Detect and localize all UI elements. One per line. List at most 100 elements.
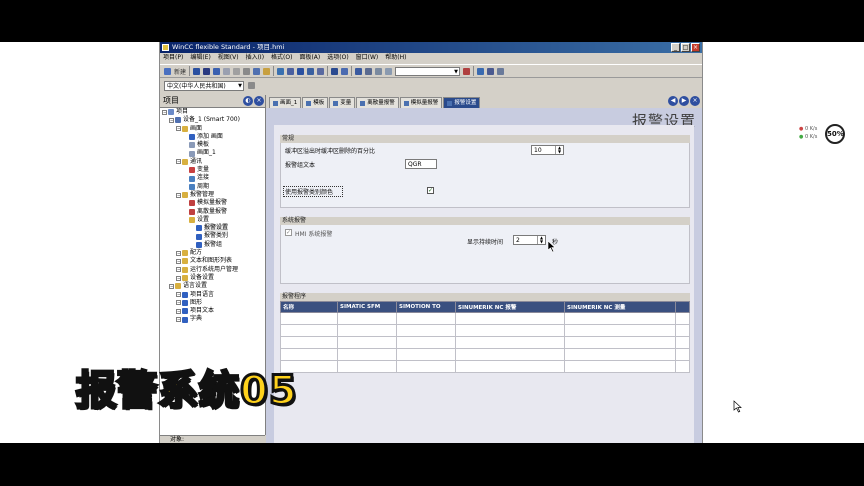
table-cell[interactable] — [675, 324, 690, 337]
table-cell[interactable] — [564, 312, 676, 325]
table-cell[interactable] — [337, 348, 397, 361]
editor-tab[interactable]: 变量 — [329, 97, 356, 108]
table-cell[interactable] — [337, 336, 397, 349]
tree-item[interactable]: − 项目语言 — [160, 291, 265, 299]
table-column-header[interactable]: SIMOTION TO — [396, 301, 456, 313]
tree-item[interactable]: 连接 — [160, 174, 265, 182]
expand-toggle-icon[interactable]: − — [169, 283, 174, 289]
display-duration-spinner[interactable]: 2 ▲ ▼ — [513, 235, 546, 245]
table-row[interactable] — [280, 360, 690, 373]
title-bar[interactable]: WinCC flexible Standard - 项目.hmi _ □ × — [160, 42, 702, 53]
table-cell[interactable] — [337, 312, 397, 325]
tree-item[interactable]: 变量 — [160, 166, 265, 174]
tree-item[interactable]: 添加 画面 — [160, 133, 265, 141]
maximize-button[interactable]: □ — [681, 43, 690, 52]
undo-icon[interactable] — [213, 67, 221, 75]
table-cell[interactable] — [564, 348, 676, 361]
tree-item[interactable]: − 设备设置 — [160, 274, 265, 282]
close-button[interactable]: × — [691, 43, 700, 52]
editor-tab[interactable]: 画面_1 — [269, 97, 302, 108]
table-cell[interactable] — [455, 312, 565, 325]
table-cell[interactable] — [396, 312, 456, 325]
language-select[interactable]: 中文(中华人民共和国) — [164, 80, 244, 91]
language-icon[interactable] — [385, 67, 393, 75]
minimize-button[interactable]: _ — [671, 43, 680, 52]
crossref-icon[interactable] — [341, 67, 349, 75]
settings-icon[interactable] — [477, 67, 485, 75]
table-cell[interactable] — [396, 360, 456, 373]
help-icon[interactable] — [497, 67, 505, 75]
editor-tab[interactable]: 离散量报警 — [356, 97, 399, 108]
tree-item[interactable]: 模板 — [160, 141, 265, 149]
copy-icon[interactable] — [253, 67, 261, 75]
tree-item[interactable]: 周期 — [160, 183, 265, 191]
tree-item[interactable]: 画面_1 — [160, 149, 265, 157]
tree-item[interactable]: − 通讯 — [160, 158, 265, 166]
spinner-arrows-icon[interactable]: ▲ ▼ — [555, 146, 563, 154]
menu-item[interactable]: 编辑(E) — [190, 53, 210, 63]
expand-toggle-icon[interactable]: − — [162, 109, 167, 115]
tree-item[interactable]: − 画面 — [160, 125, 265, 133]
tree-item[interactable]: 报警类别 — [160, 232, 265, 240]
menu-item[interactable]: 面板(A) — [299, 53, 320, 63]
table-cell[interactable] — [564, 324, 676, 337]
menu-item[interactable]: 选项(O) — [327, 53, 348, 63]
editor-tab[interactable]: 模拟量报警 — [399, 97, 443, 108]
table-row[interactable] — [280, 312, 690, 325]
table-cell[interactable] — [280, 336, 338, 349]
tree-item[interactable]: − 项目文本 — [160, 307, 265, 315]
text-icon[interactable] — [375, 67, 383, 75]
delete-icon[interactable] — [233, 67, 241, 75]
group-text-field[interactable]: QGR — [405, 159, 437, 169]
table-cell[interactable] — [455, 336, 565, 349]
tree-item[interactable]: 模拟量报警 — [160, 199, 265, 207]
tree-item[interactable]: 离散量报警 — [160, 208, 265, 216]
language-options-icon[interactable] — [248, 82, 255, 89]
menu-item[interactable]: 格式(O) — [271, 53, 292, 63]
menu-item[interactable]: 窗口(W) — [356, 53, 379, 63]
menu-item[interactable]: 插入(I) — [246, 53, 264, 63]
table-column-header[interactable]: SINUMERIK NC 测量 — [564, 301, 676, 313]
tab-prev-icon[interactable]: ◀ — [668, 96, 678, 106]
expand-toggle-icon[interactable]: − — [176, 192, 181, 198]
table-cell[interactable] — [675, 360, 690, 373]
menu-item[interactable]: 视图(V) — [218, 53, 239, 63]
spinner-arrows-icon[interactable]: ▲ ▼ — [537, 236, 545, 244]
tree-item[interactable]: − 字典 — [160, 315, 265, 323]
table-cell[interactable] — [564, 360, 676, 373]
runtime-icon[interactable] — [317, 67, 325, 75]
tree-item[interactable]: − 设备_1 (Smart 700) — [160, 116, 265, 124]
pin-icon[interactable]: ◐ — [243, 96, 253, 106]
table-row[interactable] — [280, 336, 690, 349]
expand-toggle-icon[interactable]: − — [176, 300, 181, 306]
expand-toggle-icon[interactable]: − — [176, 267, 181, 273]
panel-close-icon[interactable]: × — [254, 96, 264, 106]
table-column-header[interactable]: 名称 — [280, 301, 338, 313]
table-column-header[interactable]: SIMATIC SFM — [337, 301, 397, 313]
table-cell[interactable] — [455, 360, 565, 373]
check-icon[interactable] — [277, 67, 285, 75]
table-cell[interactable] — [675, 348, 690, 361]
tree-item[interactable]: − 文本和图形列表 — [160, 257, 265, 265]
table-cell[interactable] — [455, 324, 565, 337]
expand-toggle-icon[interactable]: − — [176, 126, 181, 132]
table-cell[interactable] — [455, 348, 565, 361]
table-cell[interactable] — [675, 336, 690, 349]
download-icon[interactable] — [331, 67, 339, 75]
menu-item[interactable]: 帮助(H) — [385, 53, 406, 63]
expand-toggle-icon[interactable]: − — [176, 258, 181, 264]
stop-icon[interactable] — [463, 67, 471, 75]
transfer-icon[interactable] — [297, 67, 305, 75]
expand-toggle-icon[interactable]: − — [176, 250, 181, 256]
find-icon[interactable] — [355, 67, 363, 75]
tree-item[interactable]: − 运行系统用户管理 — [160, 266, 265, 274]
tree-item[interactable]: 设置 — [160, 216, 265, 224]
simulate-icon[interactable] — [307, 67, 315, 75]
use-class-color-checkbox[interactable]: ✓ — [427, 187, 434, 194]
tree-item[interactable]: 报警组 — [160, 241, 265, 249]
compile-icon[interactable] — [287, 67, 295, 75]
open-icon[interactable] — [193, 67, 201, 75]
tab-next-icon[interactable]: ▶ — [679, 96, 689, 106]
tab-close-icon[interactable]: × — [690, 96, 700, 106]
redo-icon[interactable] — [223, 67, 231, 75]
